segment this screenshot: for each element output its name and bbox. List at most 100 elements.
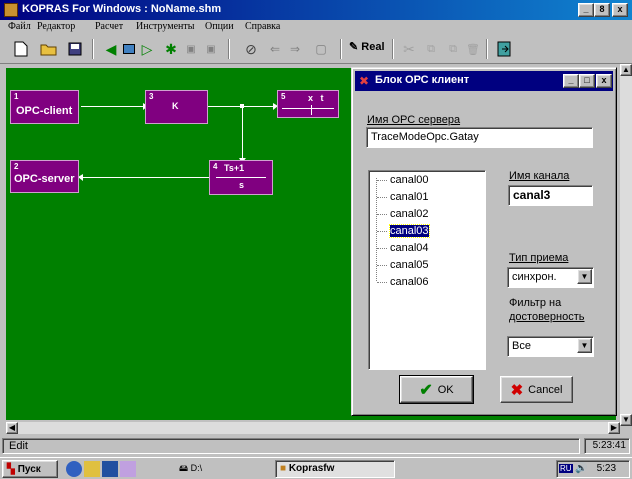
block-number: 2 bbox=[14, 162, 19, 171]
dialog-maximize-button[interactable]: □ bbox=[579, 74, 595, 88]
menu-calc[interactable]: Расчет bbox=[95, 21, 123, 32]
real-button[interactable]: ✎ Real bbox=[349, 40, 385, 53]
checkmark-icon: ✔ bbox=[419, 381, 433, 399]
kopras-icon: ■ bbox=[280, 463, 287, 474]
open-folder-icon[interactable] bbox=[38, 38, 60, 60]
start-label: Пуск bbox=[17, 463, 41, 475]
exit-door-icon[interactable] bbox=[493, 38, 515, 60]
filter-label-line1: Фильтр на bbox=[509, 297, 562, 309]
scroll-up-icon[interactable]: ▲ bbox=[620, 64, 632, 76]
opc-block-icon: ✖ bbox=[359, 74, 370, 88]
cancel-button[interactable]: ✖ Cancel bbox=[500, 376, 573, 403]
receive-type-value: синхрон. bbox=[512, 271, 557, 283]
menu-editor[interactable]: Редактор bbox=[37, 21, 75, 32]
channel-name-input[interactable]: canal3 bbox=[508, 185, 593, 206]
new-file-icon[interactable] bbox=[10, 38, 32, 60]
language-indicator[interactable]: RU bbox=[559, 464, 573, 473]
block-number: 4 bbox=[213, 162, 218, 171]
scroll-down-icon[interactable]: ▼ bbox=[620, 414, 632, 426]
block-transfer-function[interactable]: 4 Ts+1 s bbox=[209, 160, 273, 195]
list-item-selected[interactable]: canal03 bbox=[377, 224, 430, 239]
block-label: x t bbox=[308, 93, 324, 103]
app-icon bbox=[4, 3, 18, 17]
menu-tools[interactable]: Инструменты bbox=[136, 21, 194, 32]
block-gain[interactable]: 3 K bbox=[145, 90, 208, 124]
block-number: 5 bbox=[281, 92, 286, 101]
forward-arrow-icon[interactable]: ⇒ bbox=[284, 38, 306, 60]
play-icon[interactable]: ▷ bbox=[136, 38, 158, 60]
stop-icon[interactable]: ▣ bbox=[200, 38, 222, 60]
block-divider bbox=[282, 108, 334, 109]
close-button[interactable]: x bbox=[612, 3, 628, 17]
task-koprasfw[interactable]: ■ Koprasfw bbox=[275, 460, 395, 478]
cancel-label: Cancel bbox=[528, 383, 563, 396]
block-multiply[interactable]: 5 x t bbox=[277, 90, 339, 118]
run-figure-icon[interactable]: ✱ bbox=[160, 38, 182, 60]
list-item[interactable]: canal06 bbox=[377, 275, 429, 290]
cut-icon[interactable]: ✂ bbox=[398, 38, 420, 60]
explorer-icon[interactable] bbox=[84, 461, 100, 477]
block-label: K bbox=[172, 101, 179, 111]
block-number: 1 bbox=[14, 92, 19, 101]
menu-bar: Файл Редактор Расчет Инструменты Опции С… bbox=[0, 20, 632, 34]
vertical-scrollbar[interactable]: ▲ ▼ bbox=[620, 64, 632, 426]
connect-icon[interactable]: ⊘ bbox=[240, 38, 262, 60]
chevron-down-icon[interactable]: ▼ bbox=[577, 338, 592, 353]
block-divider-v bbox=[311, 105, 312, 115]
menu-file[interactable]: Файл bbox=[8, 21, 31, 32]
dialog-close-button[interactable]: x bbox=[596, 74, 612, 88]
block-label: OPC-server bbox=[14, 173, 75, 185]
task-label: Koprasfw bbox=[288, 463, 335, 474]
channels-icon[interactable] bbox=[120, 461, 136, 477]
filter-select[interactable]: Все ▼ bbox=[507, 336, 594, 357]
scroll-left-icon[interactable]: ◀ bbox=[6, 422, 18, 434]
task-drive-d[interactable]: 🖴 D:\ bbox=[175, 460, 250, 478]
copy-icon[interactable]: ⧉ bbox=[420, 38, 442, 60]
list-item[interactable]: canal01 bbox=[377, 190, 429, 205]
browser-icon[interactable] bbox=[66, 461, 82, 477]
block-opc-server[interactable]: 2 OPC-server bbox=[10, 160, 79, 193]
server-name-input[interactable]: TraceModeOpc.Gatay bbox=[366, 127, 593, 148]
filter-label-line2: достоверность bbox=[509, 311, 585, 323]
status-mode: Edit bbox=[2, 438, 580, 454]
scroll-right-icon[interactable]: ▶ bbox=[608, 422, 620, 434]
windows-logo-icon: ▚ bbox=[7, 463, 15, 475]
horizontal-scrollbar[interactable]: ◀ ▶ bbox=[6, 422, 620, 434]
channel-list[interactable]: canal00 canal01 canal02 canal03 canal04 … bbox=[368, 170, 486, 370]
ok-label: OK bbox=[437, 383, 454, 396]
dialog-title: Блок ОРС клиент bbox=[375, 74, 470, 86]
receive-type-select[interactable]: синхрон. ▼ bbox=[507, 267, 594, 288]
real-label: Real bbox=[361, 41, 385, 53]
server-name-label: Имя ОРС сервера bbox=[367, 114, 461, 126]
chevron-down-icon[interactable]: ▼ bbox=[577, 269, 592, 284]
opc-client-dialog: ✖ Блок ОРС клиент _ □ x Имя ОРС сервера … bbox=[351, 67, 617, 416]
receive-type-label: Тип приема bbox=[509, 252, 569, 264]
desktop-icon[interactable] bbox=[102, 461, 118, 477]
window-icon[interactable]: ▢ bbox=[310, 38, 332, 60]
menu-help[interactable]: Справка bbox=[245, 21, 280, 32]
speaker-icon[interactable]: 🔊 bbox=[575, 463, 587, 474]
start-button[interactable]: ▚ Пуск bbox=[2, 460, 58, 478]
ok-button[interactable]: ✔ OK bbox=[399, 375, 474, 404]
toolbar: ◀ ▷ ✱ ▣ ▣ ⊘ ⇐ ⇒ ▢ ✎ Real ✂ ⧉ ⧉ 🗑 bbox=[0, 34, 632, 64]
paste-icon[interactable]: ⧉ bbox=[442, 38, 464, 60]
status-time: 5:23:41 bbox=[584, 438, 630, 454]
drive-label: D:\ bbox=[190, 463, 203, 473]
list-item[interactable]: canal04 bbox=[377, 241, 429, 256]
dialog-titlebar: ✖ Блок ОРС клиент _ □ x bbox=[355, 71, 613, 91]
minimize-button[interactable]: _ bbox=[578, 3, 594, 17]
block-denominator: s bbox=[239, 180, 245, 190]
list-item[interactable]: canal00 bbox=[377, 173, 429, 188]
delete-icon[interactable]: 🗑 bbox=[462, 38, 484, 60]
status-bar: Edit 5:23:41 bbox=[0, 437, 632, 455]
tray-clock: 5:23 bbox=[596, 463, 617, 474]
menu-options[interactable]: Опции bbox=[205, 21, 234, 32]
dialog-minimize-button[interactable]: _ bbox=[563, 74, 579, 88]
back-arrow-icon[interactable]: ⇐ bbox=[264, 38, 286, 60]
save-icon[interactable] bbox=[64, 38, 86, 60]
maximize-button[interactable]: 8 bbox=[594, 3, 610, 17]
pause-icon[interactable]: ▣ bbox=[180, 38, 202, 60]
list-item[interactable]: canal05 bbox=[377, 258, 429, 273]
list-item[interactable]: canal02 bbox=[377, 207, 429, 222]
block-opc-client[interactable]: 1 OPC-client bbox=[10, 90, 79, 124]
